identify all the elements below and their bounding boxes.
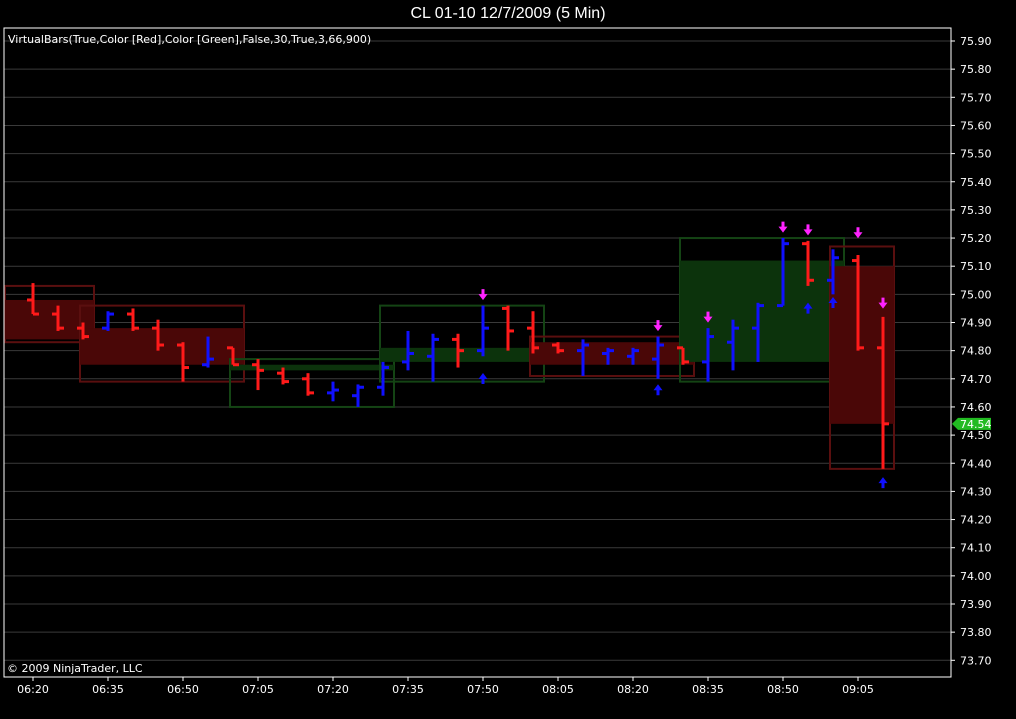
x-tick-label: 07:35 xyxy=(392,683,424,696)
buy-arrow-icon xyxy=(878,477,888,489)
x-tick-label: 07:05 xyxy=(242,683,274,696)
x-tick-label: 08:05 xyxy=(542,683,574,696)
y-tick-label: 74.70 xyxy=(960,373,992,386)
x-tick-label: 08:20 xyxy=(617,683,649,696)
y-tick-label: 75.60 xyxy=(960,119,992,132)
last-price-badge: 74.54 xyxy=(952,417,992,431)
y-tick-label: 75.70 xyxy=(960,91,992,104)
x-tick-label: 08:50 xyxy=(767,683,799,696)
y-tick-label: 73.70 xyxy=(960,654,992,667)
indicator-label: VirtualBars(True,Color [Red],Color [Gree… xyxy=(8,33,371,46)
y-tick-label: 75.50 xyxy=(960,148,992,161)
virtual-bar-body xyxy=(680,260,844,362)
y-tick-label: 74.40 xyxy=(960,457,992,470)
x-tick-label: 06:20 xyxy=(17,683,49,696)
x-tick-label: 06:35 xyxy=(92,683,124,696)
y-tick-label: 74.00 xyxy=(960,570,992,583)
y-tick-label: 75.10 xyxy=(960,260,992,273)
x-tick-label: 09:05 xyxy=(842,683,874,696)
virtual-bars-layer xyxy=(4,237,895,470)
last-price-label: 74.54 xyxy=(960,418,992,431)
y-tick-label: 75.40 xyxy=(960,176,992,189)
y-tick-label: 73.80 xyxy=(960,626,992,639)
y-tick-label: 74.20 xyxy=(960,514,992,527)
y-tick-label: 74.80 xyxy=(960,345,992,358)
y-tick-label: 74.90 xyxy=(960,317,992,330)
price-axis[interactable]: 75.90 75.80 75.70 75.60 75.50 75.40 75.30 75.20… xyxy=(951,35,992,667)
y-tick-label: 74.30 xyxy=(960,485,992,498)
x-tick-label: 06:50 xyxy=(167,683,199,696)
sell-arrow-icon xyxy=(803,224,813,236)
y-tick-label: 75.80 xyxy=(960,63,992,76)
y-tick-label: 75.30 xyxy=(960,204,992,217)
x-tick-label: 07:50 xyxy=(467,683,499,696)
sell-arrow-icon xyxy=(778,221,788,233)
price-chart[interactable]: 75.90 75.80 75.70 75.60 75.50 75.40 75.30 75.20… xyxy=(0,0,1016,719)
x-tick-label: 08:35 xyxy=(692,683,724,696)
sell-arrow-icon xyxy=(478,289,488,301)
y-tick-label: 74.60 xyxy=(960,401,992,414)
copyright-label: © 2009 NinjaTrader, LLC xyxy=(7,662,143,675)
buy-arrow-icon xyxy=(653,384,663,396)
y-tick-label: 75.00 xyxy=(960,288,992,301)
y-tick-label: 75.90 xyxy=(960,35,992,48)
y-tick-label: 75.20 xyxy=(960,232,992,245)
y-tick-label: 74.50 xyxy=(960,429,992,442)
time-axis[interactable]: 06:20 06:35 06:50 07:05 07:20 07:35 07:50 08:05… xyxy=(17,677,874,696)
x-tick-label: 07:20 xyxy=(317,683,349,696)
y-tick-label: 73.90 xyxy=(960,598,992,611)
y-tick-label: 74.10 xyxy=(960,542,992,555)
sell-arrow-icon xyxy=(653,320,663,332)
virtual-bar-range xyxy=(379,304,545,383)
sell-arrow-icon xyxy=(853,227,863,239)
